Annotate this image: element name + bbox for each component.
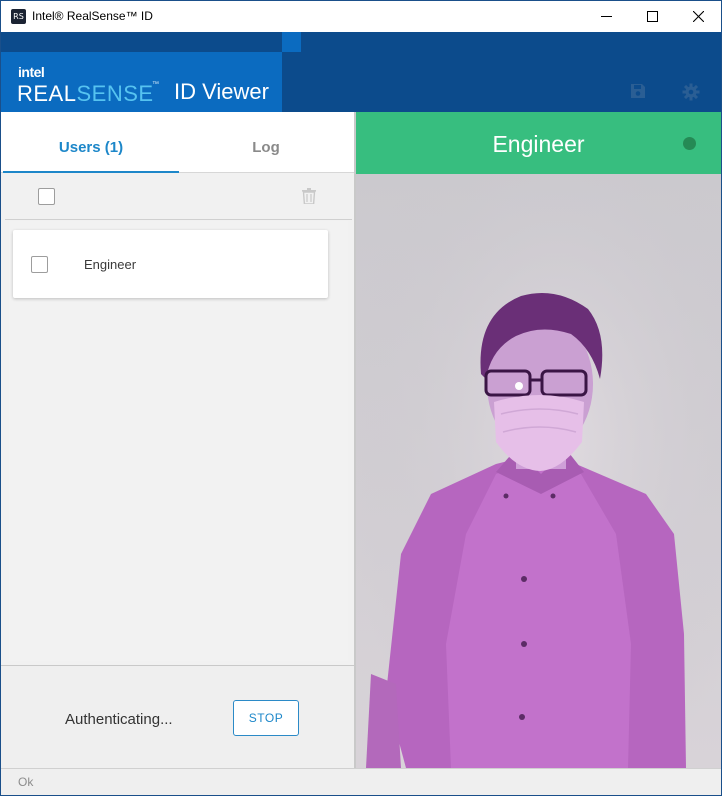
action-bar: Authenticating... STOP [1,665,354,768]
recognition-header: Engineer [356,112,721,174]
user-checkbox[interactable] [31,256,48,273]
maximize-icon [646,11,658,22]
auth-status-text: Authenticating... [65,711,173,728]
list-toolbar [5,174,352,220]
stop-button[interactable]: STOP [233,700,299,736]
save-icon[interactable] [630,83,648,101]
users-panel: Users (1) Log Engineer Authenticating...… [1,112,354,768]
recognized-user-name: Engineer [492,131,585,157]
gear-icon[interactable] [682,83,700,101]
status-indicator [683,137,696,150]
brand-accent [282,32,301,52]
camera-feed-image [356,174,721,768]
select-all-checkbox[interactable] [38,188,55,205]
app-window: RS Intel® RealSense™ ID intel REALSENSE … [0,0,722,796]
minimize-button[interactable] [583,1,629,32]
list-item[interactable]: Engineer [13,230,328,298]
app-title: ID Viewer [174,79,269,104]
tab-bar: Users (1) Log [1,112,354,173]
app-icon: RS [11,9,26,24]
active-tab-indicator [3,171,179,173]
close-icon [692,11,704,22]
tab-users[interactable]: Users (1) [3,112,179,173]
tab-log[interactable]: Log [178,112,354,173]
intel-logo: intel [18,64,45,80]
brand-sense: SENSE [76,81,154,106]
minimize-icon [600,16,612,17]
window-title: Intel® RealSense™ ID [32,9,153,23]
status-bar: Ok [1,768,721,795]
trademark: ™ [152,81,159,88]
camera-preview [356,174,721,768]
maximize-button[interactable] [629,1,675,32]
user-name: Engineer [84,257,137,272]
realsense-logo: REALSENSE [17,81,154,107]
brand-panel: intel REALSENSE ™ ID Viewer [1,52,282,112]
app-header: intel REALSENSE ™ ID Viewer [1,32,721,112]
trash-icon[interactable] [302,188,316,204]
status-bar-text: Ok [18,775,34,789]
title-bar: RS Intel® RealSense™ ID [1,1,721,32]
close-button[interactable] [675,1,721,32]
brand-real: REAL [17,81,77,106]
